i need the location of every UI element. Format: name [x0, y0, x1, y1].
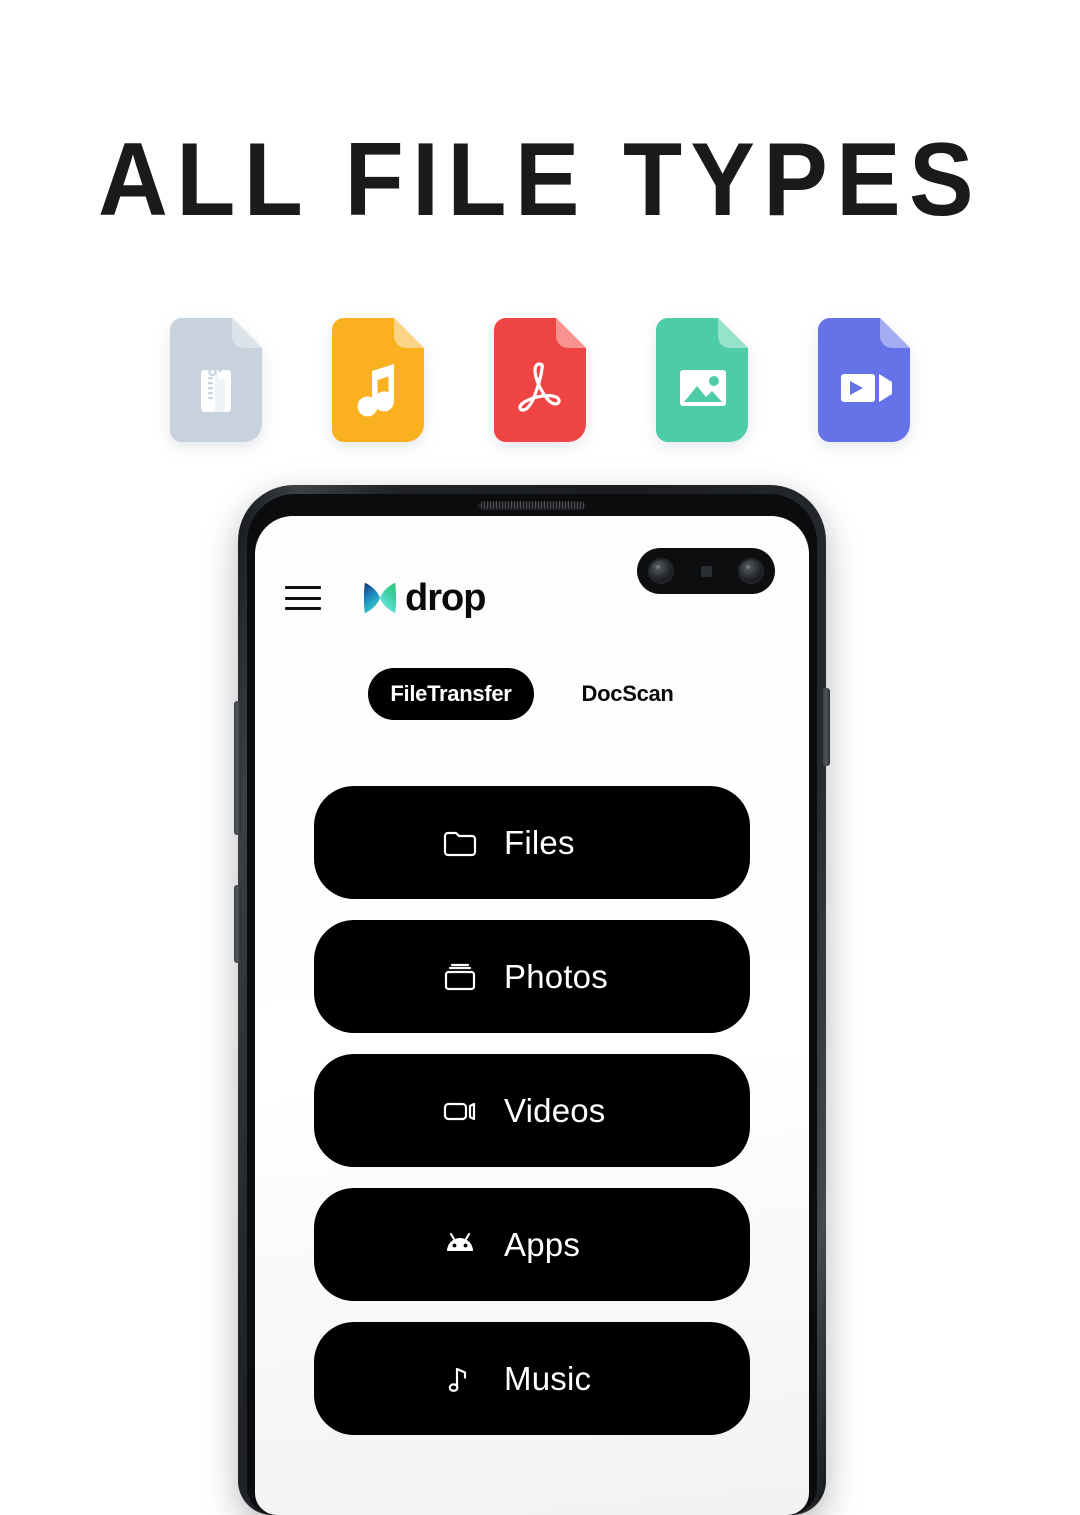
menu-item-label: Music [504, 1359, 592, 1397]
side-key-button[interactable] [234, 885, 241, 963]
volume-rocker-button[interactable] [234, 701, 241, 835]
brand-logo: drop [361, 577, 486, 619]
menu-item-apps[interactable]: Apps [314, 1188, 750, 1301]
zip-file-icon [170, 318, 262, 442]
tab-docscan[interactable]: DocScan [560, 668, 696, 720]
video-file-icon [818, 318, 910, 442]
menu-item-label: Videos [504, 1091, 606, 1129]
folder-icon [440, 823, 480, 863]
menu-item-label: Apps [504, 1225, 581, 1263]
video-camera-icon [440, 1091, 480, 1131]
drop-logo-icon [363, 582, 397, 614]
brand-name: drop [405, 577, 486, 619]
menu-item-videos[interactable]: Videos [314, 1054, 750, 1167]
android-icon [440, 1225, 480, 1265]
hamburger-menu-icon[interactable] [285, 586, 321, 610]
music-file-icon [332, 318, 424, 442]
image-file-icon [656, 318, 748, 442]
phone-bezel: drop FileTransfer DocScan Files Photos V… [247, 494, 817, 1515]
earpiece-speaker-icon [478, 501, 586, 510]
music-note-icon [440, 1359, 480, 1399]
tab-bar: FileTransfer DocScan [255, 668, 809, 720]
file-category-list: Files Photos Videos Apps Music [255, 786, 809, 1435]
page-title: ALL FILE TYPES [98, 122, 982, 238]
power-button[interactable] [823, 688, 830, 766]
tab-filetransfer[interactable]: FileTransfer [368, 668, 534, 720]
pdf-file-icon [494, 318, 586, 442]
menu-item-music[interactable]: Music [314, 1322, 750, 1435]
menu-item-files[interactable]: Files [314, 786, 750, 899]
menu-item-label: Files [504, 823, 575, 861]
app-bar: drop [255, 568, 809, 628]
menu-item-label: Photos [504, 957, 608, 995]
camera-icon [440, 957, 480, 997]
phone-device-mockup: drop FileTransfer DocScan Files Photos V… [234, 485, 830, 1515]
phone-screen: drop FileTransfer DocScan Files Photos V… [255, 516, 809, 1515]
file-type-icon-row [0, 318, 1080, 468]
menu-item-photos[interactable]: Photos [314, 920, 750, 1033]
